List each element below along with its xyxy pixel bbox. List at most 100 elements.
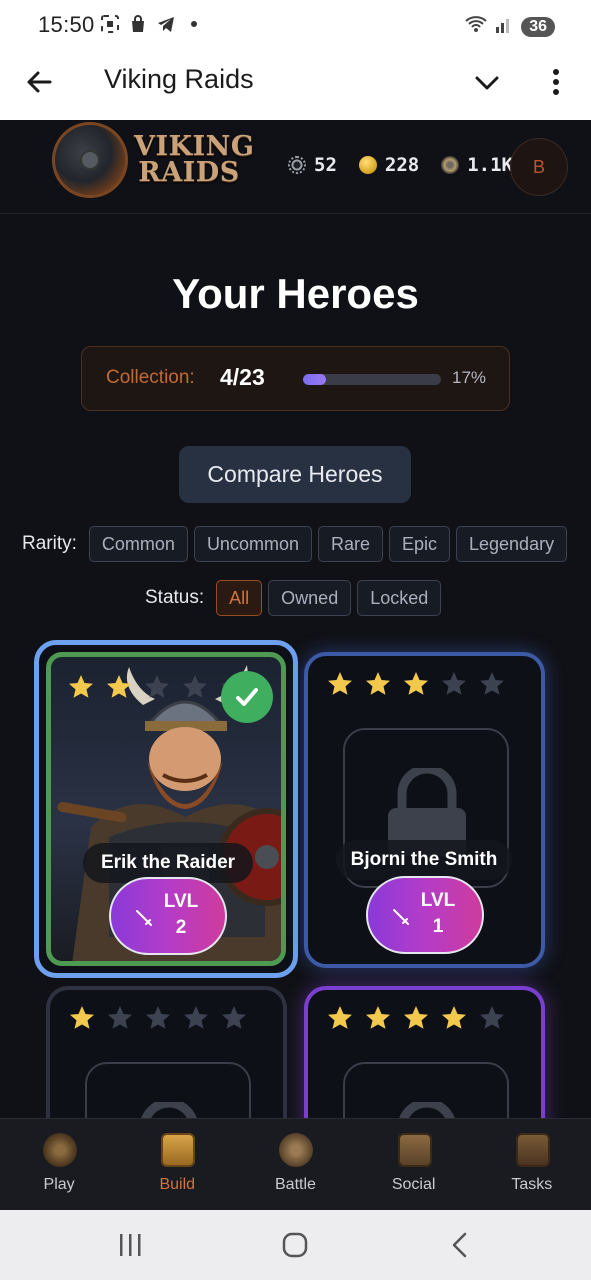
social-crest-icon (397, 1133, 432, 1167)
status-chip-locked[interactable]: Locked (357, 580, 442, 616)
sword-icon (136, 910, 152, 926)
nav-item-battle[interactable]: Battle (236, 1119, 354, 1210)
app-title: Viking Raids (104, 64, 254, 94)
star-filled-icon (69, 675, 93, 698)
star-filled-icon (404, 1006, 428, 1029)
hero-star-rating (326, 1004, 506, 1032)
hero-card-erik[interactable]: Erik the Raider LVL 2 (34, 640, 298, 978)
gold-coin-icon (358, 156, 377, 174)
rarity-chip-legendary[interactable]: Legendary (456, 526, 568, 562)
shopping-bag-icon (128, 14, 148, 34)
nav-item-social[interactable]: Social (355, 1119, 473, 1210)
game-logo-text: VIKING RAIDS (134, 133, 254, 186)
more-options-icon[interactable] (544, 66, 568, 98)
nav-label-build: Build (159, 1176, 196, 1193)
gold-coin-count: 228 (384, 154, 420, 176)
star-empty-icon (183, 675, 207, 698)
status-system-icons: 36 (465, 14, 555, 39)
system-navigation-bar (0, 1210, 591, 1280)
collection-label: Collection: (106, 367, 195, 388)
hero-star-rating (68, 1004, 248, 1032)
star-filled-icon (404, 672, 428, 695)
collection-count: 4/23 (220, 364, 265, 390)
level-text: LVL 1 (418, 888, 458, 940)
hero-level-badge: LVL 1 (366, 876, 484, 954)
star-filled-icon (107, 675, 131, 698)
nav-label-play: Play (43, 1176, 75, 1193)
game-top-bar: VIKING RAIDS 52 228 1.1K B (0, 120, 591, 214)
hero-card-bjorni[interactable]: Bjorni the Smith LVL 1 (304, 652, 545, 968)
rarity-chip-common[interactable]: Common (88, 526, 188, 562)
level-label: LVL (163, 891, 199, 912)
recent-apps-icon[interactable] (118, 1232, 142, 1263)
star-empty-icon (480, 672, 504, 695)
collection-progress-bar (303, 374, 441, 385)
nav-label-social: Social (391, 1176, 436, 1193)
status-bar: 15:50 36 (0, 0, 591, 52)
hero-star-rating (67, 673, 247, 701)
rarity-chip-epic[interactable]: Epic (388, 526, 450, 562)
resource-counters: 52 228 1.1K (288, 154, 513, 176)
star-empty-icon (145, 675, 169, 698)
nav-item-tasks[interactable]: Tasks (473, 1119, 591, 1210)
star-filled-icon (328, 1006, 352, 1029)
game-view: VIKING RAIDS 52 228 1.1K B Your Heroes C… (0, 120, 591, 1210)
avatar[interactable]: B (510, 138, 568, 196)
status-label: Status: (145, 587, 205, 608)
bottom-navigation: Play Build Battle Social Tasks (0, 1118, 591, 1210)
gear-token-icon (288, 156, 306, 174)
star-empty-icon (480, 1006, 504, 1029)
nav-item-build[interactable]: Build (118, 1119, 236, 1210)
signal-icon (495, 14, 513, 39)
home-icon[interactable] (282, 1232, 308, 1263)
app-bar: Viking Raids (0, 52, 591, 120)
star-empty-icon (108, 1006, 132, 1029)
status-filter-row: Status: All Owned Locked (145, 580, 591, 616)
status-notification-icons (100, 14, 204, 34)
play-shield-icon (43, 1133, 77, 1167)
hero-star-rating (326, 670, 506, 698)
rarity-filter-row: Rarity: Common Uncommon Rare Epic Legend… (22, 526, 591, 562)
level-text: LVL 2 (161, 889, 201, 941)
nav-label-tasks: Tasks (511, 1176, 553, 1193)
back-nav-icon[interactable] (450, 1232, 470, 1263)
star-filled-icon (442, 1006, 466, 1029)
star-filled-icon (328, 672, 352, 695)
star-empty-icon (442, 672, 466, 695)
compare-heroes-button[interactable]: Compare Heroes (179, 446, 411, 503)
telegram-icon (156, 14, 176, 34)
star-empty-icon (146, 1006, 170, 1029)
wifi-icon (465, 14, 487, 39)
collection-percent: 17% (452, 368, 487, 387)
page-title: Your Heroes (172, 270, 419, 317)
sword-icon (393, 909, 409, 925)
screenshot-icon (100, 14, 120, 34)
more-notifications-dot-icon (184, 14, 204, 34)
gear-token-count: 52 (314, 154, 337, 176)
shield-token-count: 1.1K (467, 154, 513, 176)
status-chip-owned[interactable]: Owned (268, 580, 352, 616)
status-chip-all[interactable]: All (216, 580, 263, 616)
level-value: 1 (432, 916, 444, 937)
star-filled-icon (366, 1006, 390, 1029)
battle-swords-icon (279, 1133, 314, 1167)
level-value: 2 (175, 917, 187, 938)
viking-shield-logo-icon (52, 122, 128, 198)
rarity-label: Rarity: (22, 533, 77, 554)
star-empty-icon (222, 1006, 246, 1029)
nav-item-play[interactable]: Play (0, 1119, 118, 1210)
star-filled-icon (70, 1006, 94, 1029)
rarity-chip-uncommon[interactable]: Uncommon (193, 526, 312, 562)
battery-indicator: 36 (521, 16, 555, 37)
hero-level-badge: LVL 2 (109, 877, 227, 955)
nav-label-battle: Battle (275, 1176, 316, 1193)
collection-progress: Collection: 4/23 17% (81, 346, 510, 411)
back-arrow-icon[interactable] (24, 66, 56, 98)
rarity-chip-rare[interactable]: Rare (317, 526, 383, 562)
chevron-down-icon[interactable] (472, 68, 502, 98)
shield-token-icon (441, 156, 460, 174)
owned-check-icon (221, 671, 273, 723)
star-empty-icon (184, 1006, 208, 1029)
level-label: LVL (420, 890, 456, 911)
collection-progress-fill (303, 374, 327, 385)
